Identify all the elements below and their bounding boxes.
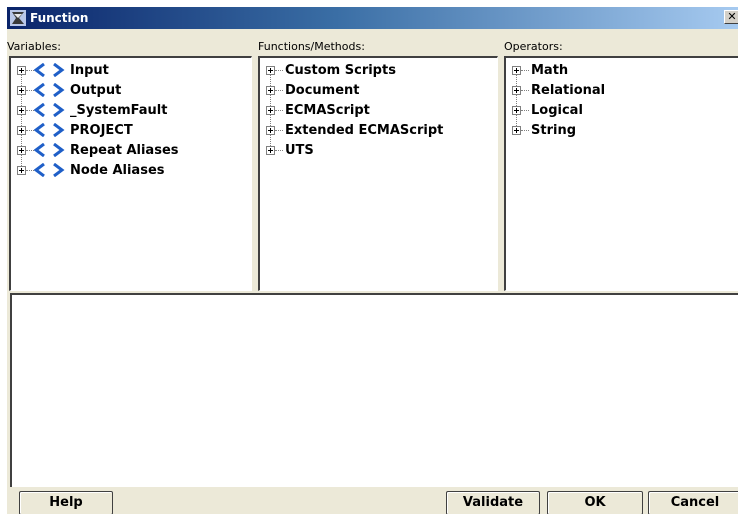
expand-icon[interactable]: [512, 105, 521, 115]
tree-item-repeat-aliases[interactable]: Repeat Aliases: [17, 140, 251, 160]
tree-item-label: Math: [531, 62, 569, 78]
tree-connector: [275, 89, 283, 91]
angle-brackets-icon: [34, 163, 65, 177]
tree-item-custom-scripts[interactable]: Custom Scripts: [266, 60, 497, 80]
expand-icon[interactable]: [17, 105, 26, 115]
tree-connector: [26, 129, 34, 131]
tree-connector: [26, 149, 34, 151]
angle-brackets-icon: [34, 123, 65, 137]
close-icon: ✕: [727, 10, 737, 23]
expand-icon[interactable]: [266, 105, 275, 115]
tree-item-system-fault[interactable]: _SystemFault: [17, 100, 251, 120]
expand-icon[interactable]: [512, 85, 521, 95]
tree-item-label: PROJECT: [70, 122, 133, 138]
expand-icon[interactable]: [17, 145, 26, 155]
tree-item-label: Custom Scripts: [285, 62, 396, 78]
tree-item-label: Logical: [531, 102, 583, 118]
variables-tree[interactable]: Input Output _SystemFault PROJECT Repeat…: [9, 56, 252, 291]
tree-item-project[interactable]: PROJECT: [17, 120, 251, 140]
functions-label: Functions/Methods:: [258, 40, 365, 53]
tree-connector: [26, 69, 34, 71]
tree-item-ecmascript[interactable]: ECMAScript: [266, 100, 497, 120]
tree-item-output[interactable]: Output: [17, 80, 251, 100]
expand-icon[interactable]: [266, 85, 275, 95]
angle-brackets-icon: [34, 83, 65, 97]
tree-item-string[interactable]: String: [512, 120, 738, 140]
tree-connector: [26, 109, 34, 111]
expand-icon[interactable]: [266, 145, 275, 155]
variables-label: Variables:: [7, 40, 61, 53]
tree-item-label: Extended ECMAScript: [285, 122, 444, 138]
tree-item-input[interactable]: Input: [17, 60, 251, 80]
expand-icon[interactable]: [17, 165, 26, 175]
operators-tree[interactable]: Math Relational Logical String: [504, 56, 738, 291]
expand-icon[interactable]: [17, 65, 26, 75]
tree-item-label: _SystemFault: [70, 102, 168, 118]
ok-button[interactable]: OK: [547, 491, 643, 514]
tree-connector: [521, 89, 529, 91]
function-dialog: Function ✕ Variables: Input Output _Syst…: [7, 7, 738, 514]
tree-connector: [521, 129, 529, 131]
tree-connector: [275, 129, 283, 131]
expand-icon[interactable]: [512, 125, 521, 135]
tree-connector: [275, 109, 283, 111]
tree-connector: [26, 89, 34, 91]
cancel-button[interactable]: Cancel: [648, 491, 738, 514]
tree-item-uts[interactable]: UTS: [266, 140, 497, 160]
operators-label: Operators:: [504, 40, 563, 53]
tree-item-label: Document: [285, 82, 360, 98]
help-button[interactable]: Help: [19, 491, 113, 514]
tree-item-relational[interactable]: Relational: [512, 80, 738, 100]
tree-item-label: UTS: [285, 142, 314, 158]
validate-button[interactable]: Validate: [446, 491, 540, 514]
tree-item-label: Node Aliases: [70, 162, 165, 178]
tree-connector: [275, 149, 283, 151]
tree-item-math[interactable]: Math: [512, 60, 738, 80]
tree-connector: [521, 69, 529, 71]
functions-tree[interactable]: Custom Scripts Document ECMAScript Exten…: [258, 56, 498, 291]
tree-item-logical[interactable]: Logical: [512, 100, 738, 120]
expand-icon[interactable]: [17, 125, 26, 135]
tree-item-label: ECMAScript: [285, 102, 370, 118]
tree-connector: [521, 109, 529, 111]
window-title: Function: [30, 11, 89, 25]
expand-icon[interactable]: [512, 65, 521, 75]
tree-item-label: Relational: [531, 82, 606, 98]
tree-item-extended-ecmascript[interactable]: Extended ECMAScript: [266, 120, 497, 140]
angle-brackets-icon: [34, 103, 65, 117]
expand-icon[interactable]: [266, 65, 275, 75]
expand-icon[interactable]: [17, 85, 26, 95]
expression-editor[interactable]: [10, 293, 738, 487]
angle-brackets-icon: [34, 143, 65, 157]
function-icon: [10, 10, 26, 26]
expand-icon[interactable]: [266, 125, 275, 135]
tree-item-document[interactable]: Document: [266, 80, 497, 100]
tree-connector: [26, 169, 34, 171]
tree-item-label: String: [531, 122, 577, 138]
tree-item-label: Output: [70, 82, 122, 98]
tree-item-node-aliases[interactable]: Node Aliases: [17, 160, 251, 180]
tree-item-label: Repeat Aliases: [70, 142, 179, 158]
title-bar[interactable]: Function ✕: [7, 7, 738, 29]
angle-brackets-icon: [34, 63, 65, 77]
close-button[interactable]: ✕: [724, 10, 738, 24]
tree-connector: [275, 69, 283, 71]
tree-item-label: Input: [70, 62, 109, 78]
